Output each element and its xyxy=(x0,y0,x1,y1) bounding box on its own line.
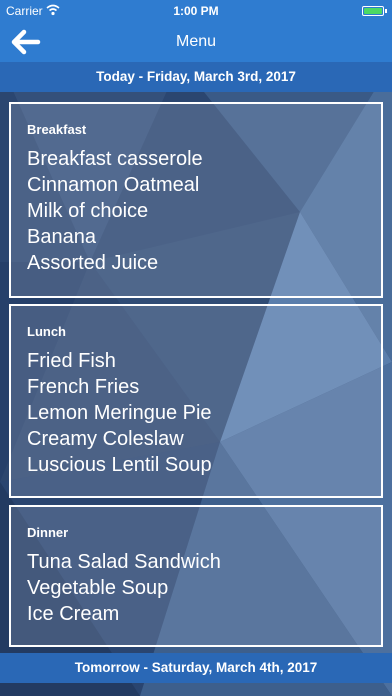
meal-item: Banana xyxy=(27,226,96,248)
meal-item: Luscious Lentil Soup xyxy=(27,454,212,476)
meal-item: Creamy Coleslaw xyxy=(27,428,184,450)
meal-card-breakfast[interactable]: Breakfast Breakfast casserole Cinnamon O… xyxy=(9,102,383,298)
meal-card-lunch[interactable]: Lunch Fried Fish French Fries Lemon Meri… xyxy=(9,304,383,498)
meal-card-dinner[interactable]: Dinner Tuna Salad Sandwich Vegetable Sou… xyxy=(9,505,383,647)
day-header-tomorrow: Tomorrow - Saturday, March 4th, 2017 xyxy=(0,653,392,683)
meal-items-list: Tuna Salad Sandwich Vegetable Soup Ice C… xyxy=(27,549,221,627)
meal-item: Ice Cream xyxy=(27,603,120,625)
status-time: 1:00 PM xyxy=(173,4,219,18)
meal-title: Lunch xyxy=(27,324,66,339)
status-bar: Carrier 1:00 PM xyxy=(0,0,392,22)
day-header-today: Today - Friday, March 3rd, 2017 xyxy=(0,62,392,92)
meal-item: Assorted Juice xyxy=(27,252,159,274)
navigation-bar: Menu xyxy=(0,22,392,62)
meal-item: Breakfast casserole xyxy=(27,148,203,170)
meal-item: Fried Fish xyxy=(27,350,116,372)
meal-item: French Fries xyxy=(27,376,140,398)
meal-item: Vegetable Soup xyxy=(27,577,169,599)
meal-item: Milk of choice xyxy=(27,200,149,222)
meal-title: Breakfast xyxy=(27,122,87,137)
meal-item: Cinnamon Oatmeal xyxy=(27,174,200,196)
meal-title: Dinner xyxy=(27,525,69,540)
nav-title: Menu xyxy=(175,33,217,50)
meal-item: Tuna Salad Sandwich xyxy=(27,551,221,573)
meal-items-list: Breakfast casserole Cinnamon Oatmeal Mil… xyxy=(27,146,203,276)
meal-item: Lemon Meringue Pie xyxy=(27,402,212,424)
battery-icon xyxy=(362,6,387,16)
meal-items-list: Fried Fish French Fries Lemon Meringue P… xyxy=(27,348,212,478)
